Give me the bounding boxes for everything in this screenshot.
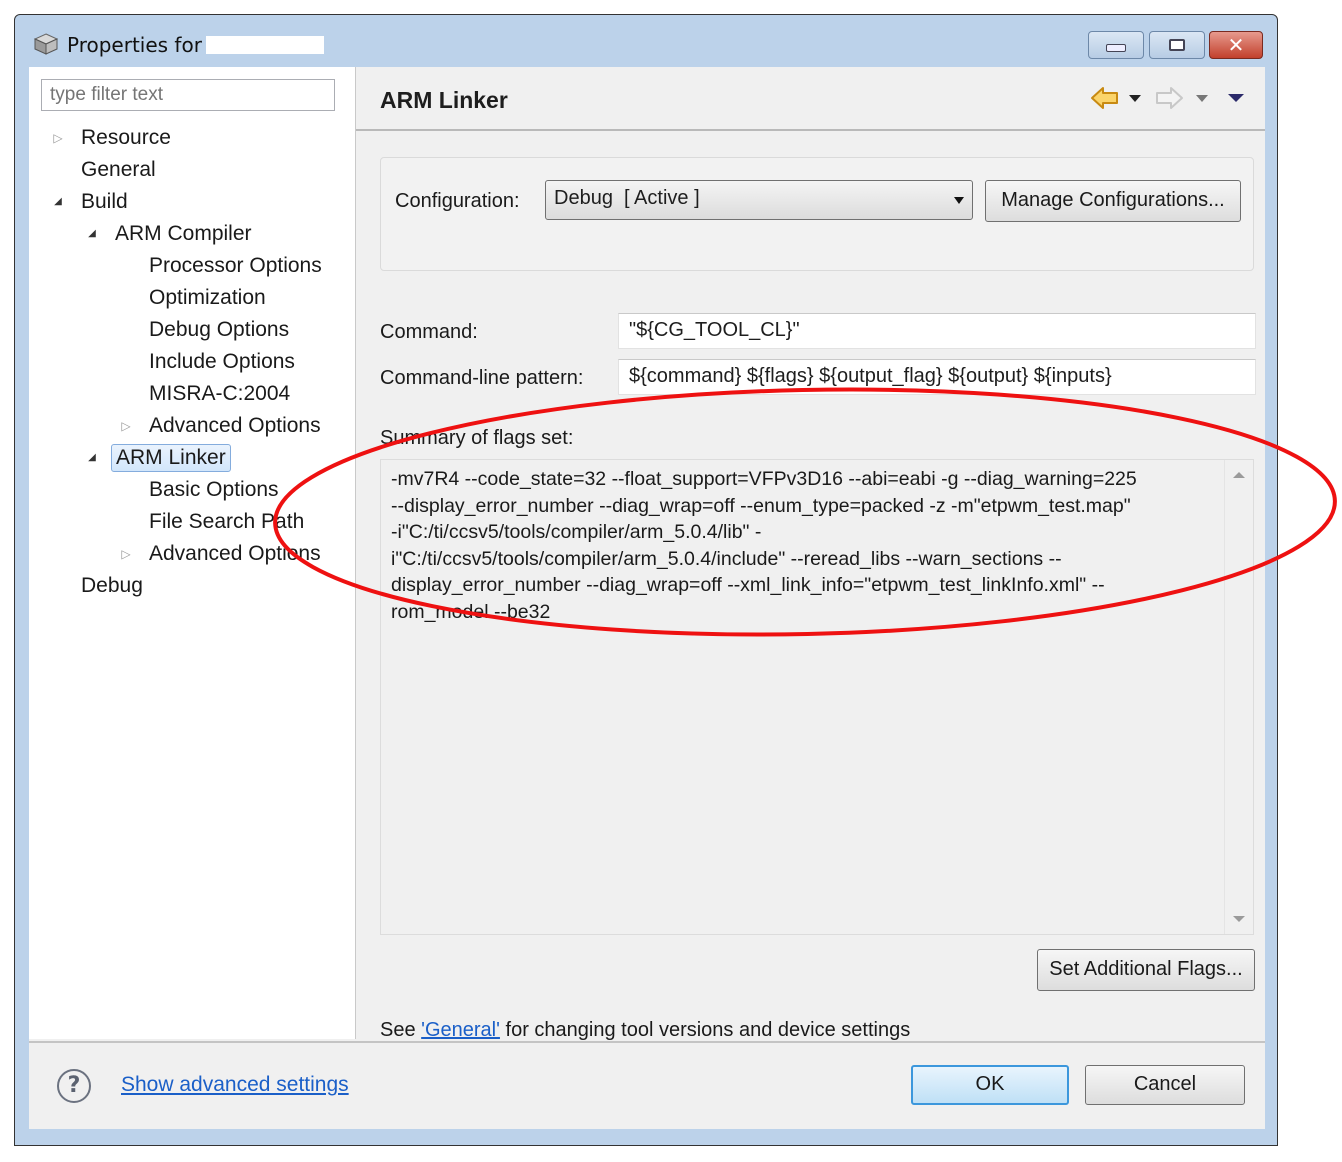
maximize-button[interactable] [1149,31,1205,59]
back-history-dropdown-icon[interactable] [1129,95,1141,102]
properties-dialog: Properties for ✕ ▷ResourceGeneral◢Build◢… [14,14,1278,1146]
scroll-down-icon[interactable] [1233,916,1245,922]
summary-line: -mv7R4 --code_state=32 --float_support=V… [391,468,1137,490]
tree-item-label: Resource [81,126,171,149]
tree-item[interactable]: MISRA-C:2004 [29,379,355,409]
page-title: ARM Linker [380,87,508,113]
tree-item[interactable]: ◢ Build [29,187,355,217]
command-line-pattern-label: Command-line pattern: [380,367,584,389]
set-additional-flags-button[interactable]: Set Additional Flags... [1037,949,1255,991]
chevron-down-icon [954,197,964,204]
configuration-label: Configuration: [395,190,520,212]
sidebar: ▷ Resource General ◢ Build ◢ ARM Compiler Proce… [29,67,356,1039]
general-link[interactable]: 'General' [421,1019,500,1041]
tree-item-label: General [81,158,156,181]
manage-configurations-button[interactable]: Manage Configurations... [985,180,1241,222]
tree-item-label: Debug Options [149,318,290,341]
collapse-triangle-icon[interactable]: ◢ [85,443,99,473]
button-bar: ? Show advanced settings OK Cancel [29,1041,1265,1129]
summary-line: display_error_number --diag_wrap=off --x… [391,574,1105,597]
collapse-triangle-icon[interactable]: ◢ [51,187,65,217]
title-bar[interactable]: Properties for ✕ [15,15,1277,67]
back-arrow-icon[interactable] [1090,85,1120,111]
close-button[interactable]: ✕ [1209,31,1263,59]
command-line-pattern-input[interactable]: ${command} ${flags} ${output_flag} ${out… [618,359,1256,395]
filter-input[interactable] [41,79,335,111]
summary-of-flags[interactable]: -mv7R4 --code_state=32 --float_support=V… [380,459,1254,935]
app-cube-icon [33,33,59,55]
tree-item[interactable]: Basic Options [29,475,355,505]
tree-item[interactable]: ◢ ARM Compiler [29,219,355,249]
close-icon: ✕ [1227,33,1245,57]
redacted-project-name [205,36,324,54]
minimize-button[interactable] [1088,31,1144,59]
footer-rest-text: for changing tool versions and device se… [499,1019,911,1041]
tree-item[interactable]: Optimization [29,283,355,313]
tree-item-label: Basic Options [149,478,279,501]
cancel-button[interactable]: Cancel [1085,1065,1245,1105]
tree-item[interactable]: ▷ Advanced Options [29,539,355,569]
tree-item[interactable]: ◢ ARM Linker [29,443,355,473]
summary-line: rom_model --be32 [391,600,551,623]
configuration-group: Configuration: Debug [ Active ] Manage C… [380,157,1254,271]
tree-item[interactable]: File Search Path [29,507,355,537]
header-separator [356,129,1265,131]
scroll-up-icon[interactable] [1233,472,1245,478]
tree-item-label: Advanced Options [149,414,321,437]
tree-item-label: ARM Linker [111,444,231,472]
tree-item-label: Debug [81,574,143,597]
dialog-body: ▷ Resource General ◢ Build ◢ ARM Compiler Proce… [29,67,1265,1129]
summary-label: Summary of flags set: [380,427,574,449]
show-advanced-settings-link[interactable]: Show advanced settings [121,1073,349,1097]
help-icon[interactable]: ? [57,1069,91,1103]
summary-of-flags-text: -mv7R4 --code_state=32 --float_support=V… [391,466,1211,626]
tree-item[interactable]: Debug Options [29,315,355,345]
tree-item[interactable]: ▷ Resource [29,123,355,153]
tree-item[interactable]: Debug [29,571,355,601]
window-title: Properties for [67,33,324,57]
tree-item-label: Optimization [149,286,266,309]
expand-triangle-icon[interactable]: ▷ [119,539,133,569]
tree-item[interactable]: ▷ Advanced Options [29,411,355,441]
collapse-triangle-icon[interactable]: ◢ [85,219,99,249]
view-menu-icon[interactable] [1228,94,1244,102]
expand-triangle-icon[interactable]: ▷ [51,123,65,153]
summary-line: i"C:/ti/ccsv5/tools/compiler/arm_5.0.4/i… [391,547,1062,570]
summary-scrollbar[interactable] [1224,460,1253,934]
configuration-select[interactable]: Debug [ Active ] [545,180,973,220]
tree-item[interactable]: Include Options [29,347,355,377]
forward-history-dropdown-icon[interactable] [1196,95,1208,102]
summary-line: --display_error_number --diag_wrap=off -… [391,494,1131,517]
tree-item-label: ARM Compiler [115,222,252,245]
tree-item-label: Include Options [149,350,295,373]
footer-note: See 'General' for changing tool versions… [380,1019,910,1042]
configuration-value: Debug [ Active ] [554,187,700,209]
tree-item-label: Processor Options [149,254,322,277]
tree-item-label: Build [81,190,128,213]
maximize-icon [1169,39,1185,51]
command-input[interactable]: "${CG_TOOL_CL}" [618,313,1256,349]
summary-line: -i"C:/ti/ccsv5/tools/compiler/arm_5.0.4/… [391,521,762,544]
tree-item-label: MISRA-C:2004 [149,382,291,405]
ok-button[interactable]: OK [911,1065,1069,1105]
tree-item-label: Advanced Options [149,542,321,565]
content-pane: ARM Linker Configuration: Debug [ Active… [356,67,1265,1042]
tree-item[interactable]: Processor Options [29,251,355,281]
minimize-icon [1106,44,1126,52]
window-title-text: Properties for [67,33,202,57]
command-label: Command: [380,321,478,343]
footer-see-text: See [380,1019,422,1041]
expand-triangle-icon[interactable]: ▷ [119,411,133,441]
forward-arrow-icon[interactable] [1154,85,1184,111]
tree-item-label: File Search Path [149,510,305,533]
tree-item[interactable]: General [29,155,355,185]
